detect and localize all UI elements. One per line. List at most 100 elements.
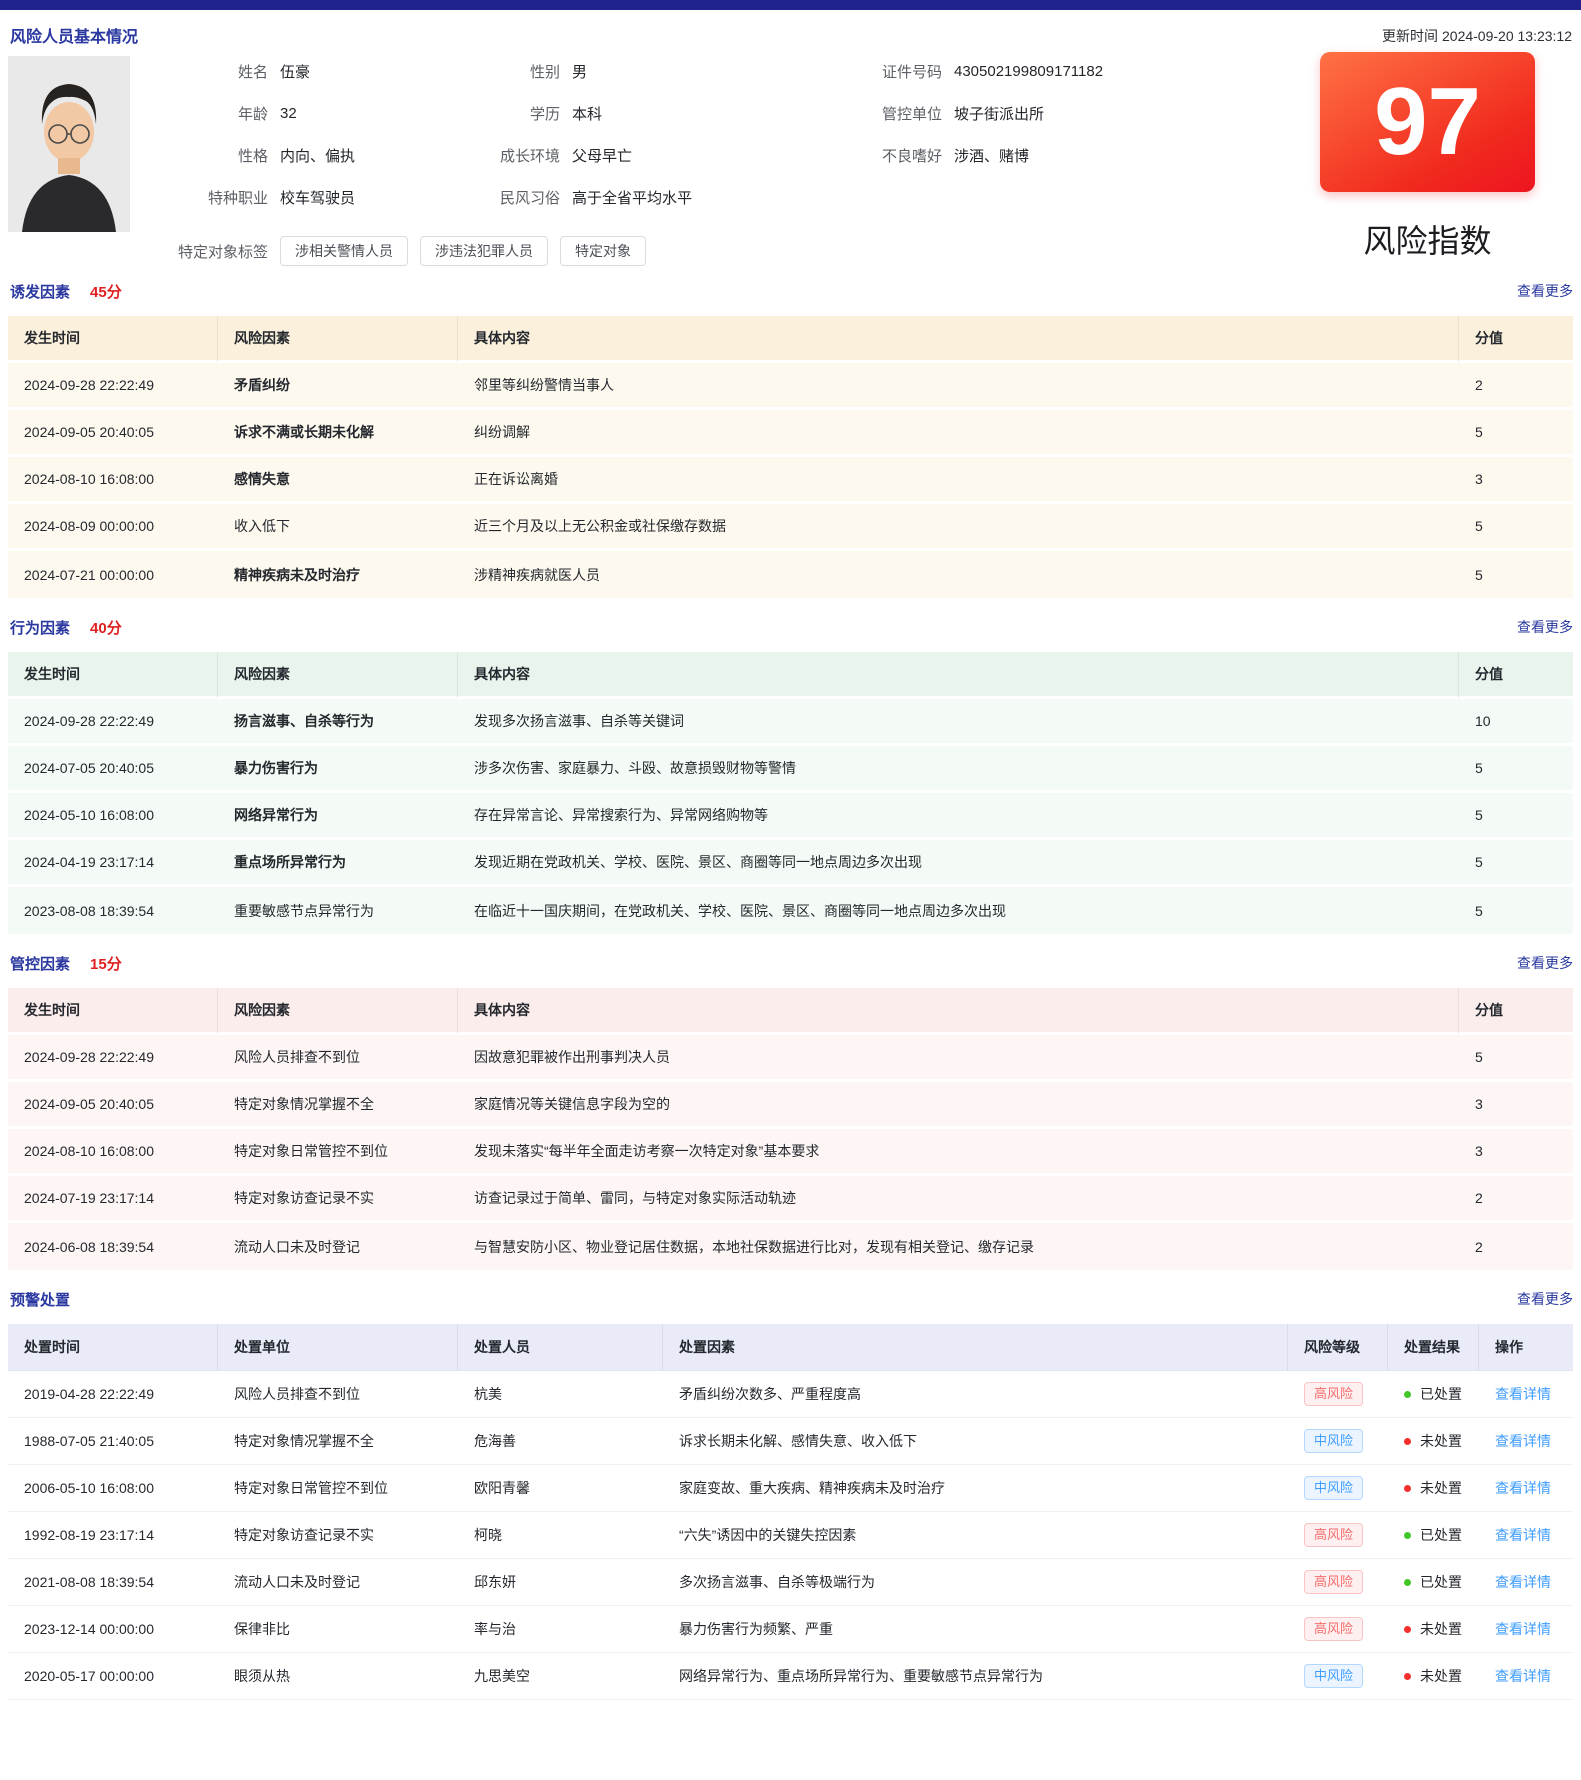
column-header: 风险因素	[218, 652, 458, 699]
cell-time: 2024-08-10 16:08:00	[8, 1129, 218, 1176]
section-title: 预警处置	[10, 1289, 70, 1310]
cell-score: 3	[1459, 457, 1573, 504]
column-header: 发生时间	[8, 316, 218, 363]
cell-time: 2024-07-21 00:00:00	[8, 551, 218, 598]
status-dot-icon	[1404, 1626, 1411, 1633]
status-dot-icon	[1404, 1673, 1411, 1680]
view-detail-link[interactable]: 查看详情	[1495, 1574, 1551, 1590]
view-more-link[interactable]: 查看更多	[1517, 1289, 1573, 1309]
risk-level-badge: 高风险	[1304, 1382, 1363, 1406]
cell-person: 九思美空	[458, 1653, 663, 1700]
section-score: 40分	[90, 617, 122, 638]
info-grid: 姓名伍豪性别男证件号码430502199809171182年龄32学历本科管控单…	[150, 50, 1280, 218]
cell-factor: 多次扬言滋事、自杀等极端行为	[663, 1559, 1288, 1606]
info-field-label: 姓名	[150, 61, 268, 82]
column-header: 处置结果	[1388, 1324, 1479, 1371]
info-field-label: 管控单位	[824, 103, 942, 124]
info-field-value: 男	[572, 61, 812, 82]
cell-risk-factor: 特定对象访查记录不实	[218, 1176, 458, 1223]
cell-time: 2019-04-28 22:22:49	[8, 1371, 218, 1418]
table-row: 2024-08-10 16:08:00特定对象日常管控不到位发现未落实“每半年全…	[8, 1129, 1573, 1176]
disposal-section: 预警处置 查看更多 处置时间处置单位处置人员处置因素风险等级处置结果操作 201…	[8, 1284, 1573, 1700]
view-detail-link[interactable]: 查看详情	[1495, 1527, 1551, 1543]
cell-content: 涉多次伤害、家庭暴力、斗殴、故意损毁财物等警情	[458, 746, 1459, 793]
special-object-tag: 涉违法犯罪人员	[420, 236, 548, 266]
info-field-value: 高于全省平均水平	[572, 187, 812, 208]
section-title: 行为因素	[10, 617, 70, 638]
view-more-link[interactable]: 查看更多	[1517, 617, 1573, 637]
table-row: 2021-08-08 18:39:54流动人口未及时登记邱东妍多次扬言滋事、自杀…	[8, 1559, 1573, 1606]
cell-unit: 特定对象情况掌握不全	[218, 1418, 458, 1465]
table-row: 2024-09-28 22:22:49扬言滋事、自杀等行为发现多次扬言滋事、自杀…	[8, 699, 1573, 746]
view-detail-link[interactable]: 查看详情	[1495, 1621, 1551, 1637]
table-header-row: 发生时间风险因素具体内容分值	[8, 652, 1573, 699]
info-field-value: 430502199809171182	[954, 63, 1280, 80]
section-head: 诱发因素 45分 查看更多	[8, 276, 1573, 306]
cell-action: 查看详情	[1479, 1512, 1573, 1559]
cell-risk-factor: 诉求不满或长期未化解	[218, 410, 458, 457]
cell-risk-level: 高风险	[1288, 1512, 1388, 1559]
cell-unit: 特定对象访查记录不实	[218, 1512, 458, 1559]
view-detail-link[interactable]: 查看详情	[1495, 1386, 1551, 1402]
risk-score-card: 97	[1320, 52, 1535, 192]
cell-time: 2024-06-08 18:39:54	[8, 1223, 218, 1270]
cell-time: 1992-08-19 23:17:14	[8, 1512, 218, 1559]
factor-table: 发生时间风险因素具体内容分值 2024-09-28 22:22:49风险人员排查…	[8, 988, 1573, 1270]
status-dot-icon	[1404, 1532, 1411, 1539]
tags-row: 特定对象标签 涉相关警情人员涉违法犯罪人员特定对象	[150, 236, 646, 266]
risk-score-value: 97	[1374, 74, 1481, 170]
column-header: 发生时间	[8, 652, 218, 699]
column-header: 操作	[1479, 1324, 1573, 1371]
cell-score: 5	[1459, 1035, 1573, 1082]
info-field-label: 特种职业	[150, 187, 268, 208]
cell-time: 1988-07-05 21:40:05	[8, 1418, 218, 1465]
cell-time: 2024-08-09 00:00:00	[8, 504, 218, 551]
view-detail-link[interactable]: 查看详情	[1495, 1668, 1551, 1684]
view-more-link[interactable]: 查看更多	[1517, 281, 1573, 301]
info-field-label: 证件号码	[824, 61, 942, 82]
cell-content: 发现未落实“每半年全面走访考察一次特定对象”基本要求	[458, 1129, 1459, 1176]
cell-score: 10	[1459, 699, 1573, 746]
info-field-value: 坡子街派出所	[954, 103, 1280, 124]
disposal-table: 处置时间处置单位处置人员处置因素风险等级处置结果操作 2019-04-28 22…	[8, 1324, 1573, 1700]
cell-content: 邻里等纠纷警情当事人	[458, 363, 1459, 410]
info-field-label: 年龄	[150, 103, 268, 124]
cell-result: 未处置	[1388, 1606, 1479, 1653]
cell-content: 涉精神疾病就医人员	[458, 551, 1459, 598]
cell-risk-level: 高风险	[1288, 1559, 1388, 1606]
info-field-value: 32	[280, 105, 430, 122]
status-text: 已处置	[1420, 1527, 1462, 1543]
status-dot-icon	[1404, 1438, 1411, 1445]
info-field-value: 父母早亡	[572, 145, 812, 166]
cell-risk-factor: 收入低下	[218, 504, 458, 551]
cell-person: 欧阳青馨	[458, 1465, 663, 1512]
info-field-label: 民风习俗	[442, 187, 560, 208]
view-detail-link[interactable]: 查看详情	[1495, 1433, 1551, 1449]
risk-level-badge: 高风险	[1304, 1570, 1363, 1594]
view-detail-link[interactable]: 查看详情	[1495, 1480, 1551, 1496]
info-field-label: 性别	[442, 61, 560, 82]
cell-content: 近三个月及以上无公积金或社保缴存数据	[458, 504, 1459, 551]
cell-risk-level: 高风险	[1288, 1371, 1388, 1418]
table-row: 1988-07-05 21:40:05特定对象情况掌握不全危海善诉求长期未化解、…	[8, 1418, 1573, 1465]
risk-level-badge: 高风险	[1304, 1617, 1363, 1641]
cell-risk-level: 中风险	[1288, 1465, 1388, 1512]
cell-time: 2024-04-19 23:17:14	[8, 840, 218, 887]
cell-risk-level: 中风险	[1288, 1418, 1388, 1465]
risk-level-badge: 中风险	[1304, 1664, 1363, 1688]
cell-content: 访查记录过于简单、雷同，与特定对象实际活动轨迹	[458, 1176, 1459, 1223]
cell-time: 2024-09-05 20:40:05	[8, 410, 218, 457]
table-row: 2024-09-28 22:22:49矛盾纠纷邻里等纠纷警情当事人2	[8, 363, 1573, 410]
cell-content: 发现多次扬言滋事、自杀等关键词	[458, 699, 1459, 746]
column-header: 风险等级	[1288, 1324, 1388, 1371]
cell-unit: 特定对象日常管控不到位	[218, 1465, 458, 1512]
update-time-value: 2024-09-20 13:23:12	[1442, 28, 1572, 44]
table-row: 2024-07-21 00:00:00精神疾病未及时治疗涉精神疾病就医人员5	[8, 551, 1573, 598]
column-header: 具体内容	[458, 652, 1459, 699]
view-more-link[interactable]: 查看更多	[1517, 953, 1573, 973]
cell-risk-factor: 精神疾病未及时治疗	[218, 551, 458, 598]
cell-person: 邱东妍	[458, 1559, 663, 1606]
cell-content: 正在诉讼离婚	[458, 457, 1459, 504]
person-photo	[8, 56, 130, 232]
top-navy-bar	[0, 0, 1581, 10]
